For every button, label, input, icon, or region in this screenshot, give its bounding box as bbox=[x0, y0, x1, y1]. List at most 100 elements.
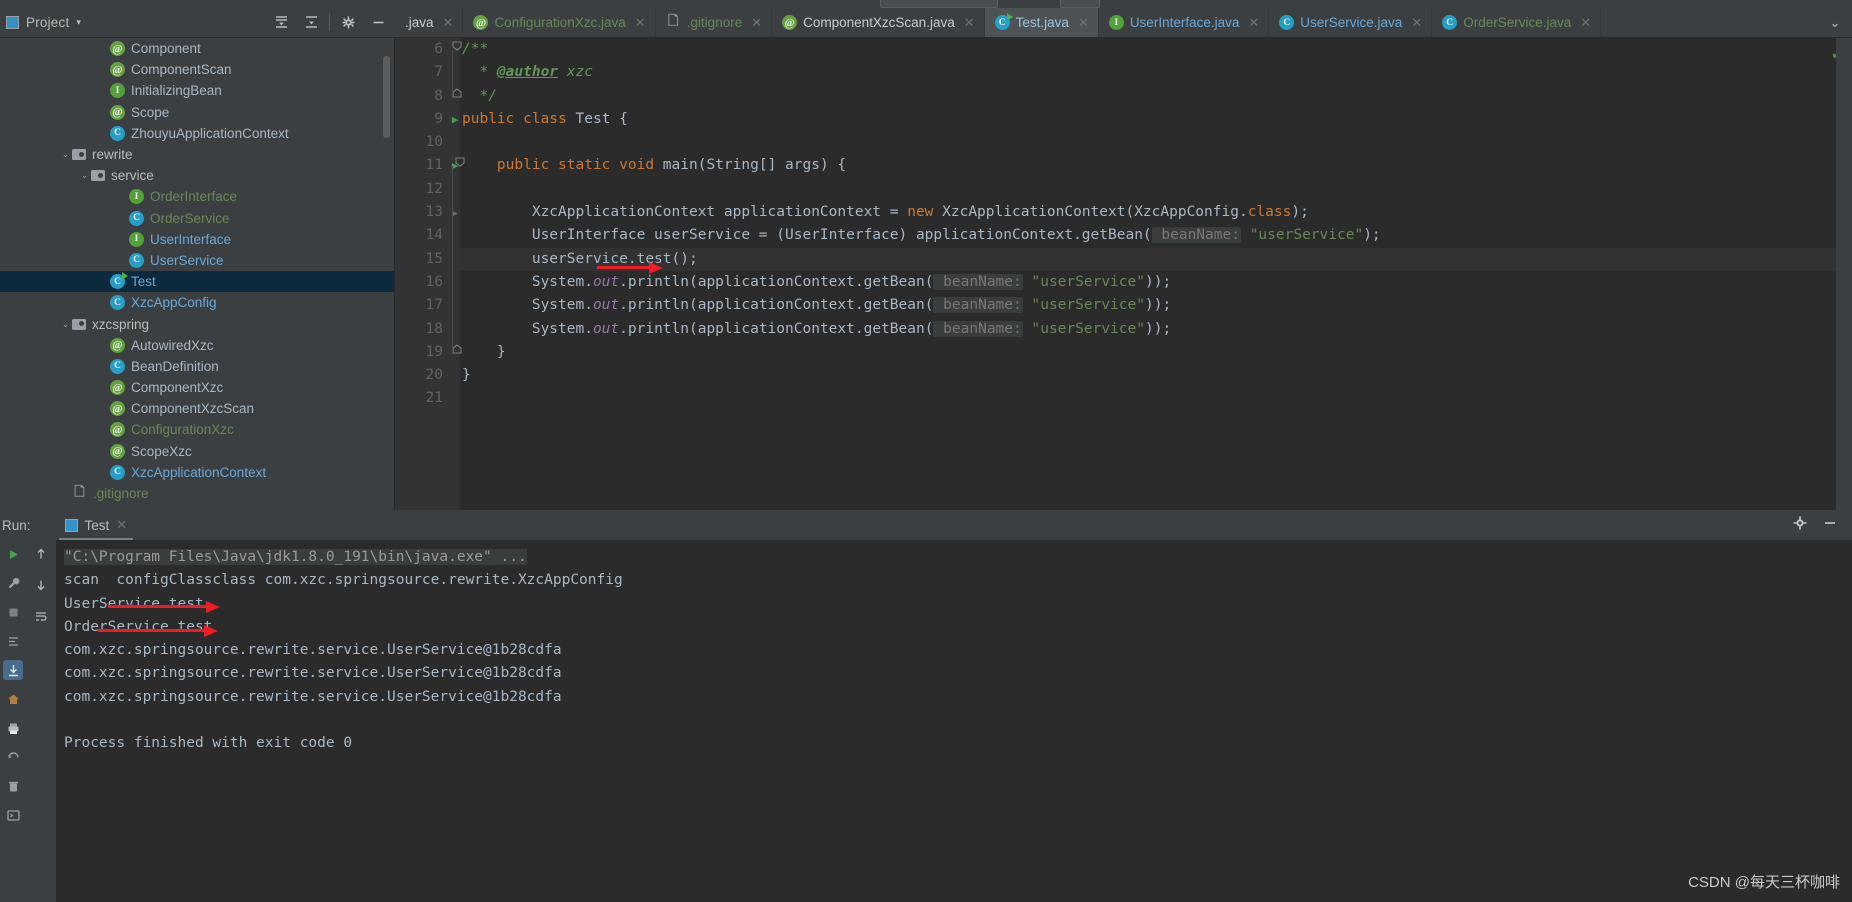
wrench-icon[interactable] bbox=[3, 573, 23, 593]
tree-item-xzcappconfig[interactable]: C XzcAppConfig bbox=[0, 292, 395, 313]
code-line-19[interactable]: 19 } bbox=[395, 341, 1852, 364]
close-icon[interactable]: ✕ bbox=[1248, 15, 1259, 31]
tree-item-componentxzc[interactable]: @ ComponentXzc bbox=[0, 377, 395, 398]
gear-icon[interactable] bbox=[1792, 515, 1808, 536]
print-icon[interactable] bbox=[3, 718, 23, 738]
soft-wrap-icon[interactable] bbox=[31, 606, 51, 626]
scroll-up-icon[interactable] bbox=[31, 544, 51, 564]
tree-item-componentscan[interactable]: @ ComponentScan bbox=[0, 59, 395, 80]
code-line-9[interactable]: 9 ▶ public class Test { bbox=[395, 108, 1852, 131]
code-line-14[interactable]: 14 UserInterface userService = (UserInte… bbox=[395, 224, 1852, 247]
home-icon[interactable] bbox=[3, 689, 23, 709]
close-icon[interactable]: ✕ bbox=[751, 15, 762, 31]
tree-item-rewrite[interactable]: ⌄ rewrite bbox=[0, 144, 395, 165]
tree-item-label: ConfigurationXzc bbox=[131, 422, 234, 438]
code-line-7[interactable]: 7 * @author xzc bbox=[395, 61, 1852, 84]
scroll-down-icon[interactable] bbox=[31, 575, 51, 595]
tree-item-autowiredxzc[interactable]: @ AutowiredXzc bbox=[0, 335, 395, 356]
run-gutter-icon[interactable]: ▶ bbox=[447, 108, 463, 131]
console-icon[interactable] bbox=[3, 805, 23, 825]
tree-item-label: XzcApplicationContext bbox=[131, 464, 267, 480]
tree-item-test[interactable]: C Test bbox=[0, 271, 395, 293]
code-line-12[interactable]: 12 bbox=[395, 178, 1852, 201]
editor-code-area[interactable]: 6/** 7 * @author xzc 8 */9 ▶ public class Te… bbox=[395, 38, 1852, 510]
code-line-13[interactable]: 13 ▶ XzcApplicationContext applicationCon… bbox=[395, 201, 1852, 224]
chevron-down-icon[interactable]: ⌄ bbox=[78, 170, 91, 181]
tree-item-beandefinition[interactable]: C BeanDefinition bbox=[0, 356, 395, 377]
editor-tab-gitignore[interactable]: 🗋 .gitignore ✕ bbox=[656, 8, 773, 37]
editor-tab-configurationxzc-java[interactable]: @ ConfigurationXzc.java ✕ bbox=[463, 8, 656, 37]
code-line-16[interactable]: 16 System.out.println(applicationContext… bbox=[395, 271, 1852, 294]
tree-item-initializingbean[interactable]: I InitializingBean bbox=[0, 80, 395, 101]
editor-tab-componentxzcscan-java[interactable]: @ ComponentXzcScan.java ✕ bbox=[772, 8, 985, 37]
trash-icon[interactable] bbox=[3, 776, 23, 796]
rerun-icon[interactable] bbox=[3, 544, 23, 564]
close-icon[interactable]: ✕ bbox=[635, 15, 646, 31]
stop-icon[interactable] bbox=[3, 602, 23, 622]
annotation-icon: @ bbox=[110, 104, 125, 120]
tree-item-zhouyuapplicationcontext[interactable]: C ZhouyuApplicationContext bbox=[0, 123, 395, 144]
editor-tab-userinterface-java[interactable]: I UserInterface.java ✕ bbox=[1099, 8, 1270, 37]
console-output[interactable]: "C:\Program Files\Java\jdk1.8.0_191\bin\… bbox=[56, 540, 1852, 902]
editor-tab-test-java[interactable]: C Test.java ✕ bbox=[984, 8, 1099, 37]
collapse-all-icon[interactable] bbox=[296, 9, 326, 37]
tree-item-service[interactable]: ⌄ service bbox=[0, 165, 395, 186]
restore-icon[interactable] bbox=[3, 747, 23, 767]
editor-tab-label: Test.java bbox=[1015, 15, 1069, 30]
tree-item-userinterface[interactable]: I UserInterface bbox=[0, 229, 395, 250]
editor-tab-userservice-java[interactable]: C UserService.java ✕ bbox=[1269, 8, 1433, 37]
gear-icon[interactable] bbox=[333, 9, 363, 37]
toolbar-combo-ghost-2 bbox=[1060, 0, 1100, 8]
expand-all-icon[interactable] bbox=[266, 9, 296, 37]
code-line-20[interactable]: 20} bbox=[395, 364, 1852, 387]
class-icon: C bbox=[110, 125, 125, 141]
tree-item-userservice[interactable]: C UserService bbox=[0, 250, 395, 271]
fold-collapsed-icon[interactable]: ▶ bbox=[447, 201, 463, 226]
line-number: 12 bbox=[425, 180, 443, 197]
close-icon[interactable]: ✕ bbox=[443, 15, 454, 31]
tree-item-configurationxzc[interactable]: @ ConfigurationXzc bbox=[0, 419, 395, 440]
chevron-down-icon[interactable]: ⌄ bbox=[1818, 8, 1852, 37]
tree-item-xzcapplicationcontext[interactable]: C XzcApplicationContext bbox=[0, 462, 395, 483]
code-line-18[interactable]: 18 System.out.println(applicationContext… bbox=[395, 318, 1852, 341]
tree-item-orderinterface[interactable]: I OrderInterface bbox=[0, 186, 395, 207]
tree-item-orderservice[interactable]: C OrderService bbox=[0, 208, 395, 229]
tree-item-gitignore[interactable]: 🗋 .gitignore bbox=[0, 483, 395, 504]
code-line-11[interactable]: 11 ▶ public static void main(String[] arg… bbox=[395, 154, 1852, 177]
annotation-icon: @ bbox=[110, 401, 125, 417]
run-tab-test[interactable]: Test ✕ bbox=[58, 510, 134, 540]
tree-item-component[interactable]: @ Component bbox=[0, 38, 395, 59]
line-number: 15 bbox=[425, 250, 443, 267]
project-panel-icon bbox=[6, 16, 19, 29]
code-line-6[interactable]: 6 /** bbox=[395, 38, 1852, 61]
hide-panel-icon[interactable] bbox=[363, 9, 393, 37]
code-line-8[interactable]: 8 */ bbox=[395, 85, 1852, 108]
close-icon[interactable]: ✕ bbox=[1411, 15, 1422, 31]
close-icon[interactable]: ✕ bbox=[964, 15, 975, 31]
scroll-to-end-icon[interactable] bbox=[3, 660, 23, 680]
tree-item-componentxzcscan[interactable]: @ ComponentXzcScan bbox=[0, 398, 395, 419]
chevron-down-icon[interactable]: ⌄ bbox=[59, 149, 72, 160]
tree-item-xzcspring[interactable]: ⌄ xzcspring bbox=[0, 313, 395, 334]
tree-item-scope[interactable]: @ Scope bbox=[0, 102, 395, 123]
tree-item-label: UserService bbox=[150, 252, 224, 268]
code-line-text: } bbox=[462, 343, 506, 360]
minimize-icon[interactable] bbox=[1822, 515, 1838, 536]
code-editor[interactable]: 6/** 7 * @author xzc 8 */9 ▶ public class Te… bbox=[395, 38, 1852, 510]
project-tree[interactable]: @ Component @ ComponentScan I InitializingBea… bbox=[0, 38, 395, 510]
code-line-21[interactable]: 21 bbox=[395, 387, 1852, 410]
close-icon[interactable]: ✕ bbox=[1078, 15, 1089, 31]
layout-icon[interactable] bbox=[3, 631, 23, 651]
code-line-10[interactable]: 10 bbox=[395, 131, 1852, 154]
close-icon[interactable]: ✕ bbox=[1580, 15, 1591, 31]
chevron-down-icon[interactable]: ▾ bbox=[76, 17, 81, 28]
project-panel-title: Project bbox=[26, 15, 70, 30]
chevron-down-icon[interactable]: ⌄ bbox=[59, 319, 72, 330]
code-line-17[interactable]: 17 System.out.println(applicationContext… bbox=[395, 294, 1852, 317]
tree-item-scopexzc[interactable]: @ ScopeXzc bbox=[0, 441, 395, 462]
console-line-2: UserService test bbox=[64, 595, 204, 612]
close-icon[interactable]: ✕ bbox=[116, 517, 127, 533]
editor-tab-orderservice-java[interactable]: C OrderService.java ✕ bbox=[1432, 8, 1602, 37]
editor-tab-java[interactable]: .java ✕ bbox=[395, 8, 464, 37]
line-number: 16 bbox=[425, 273, 443, 290]
